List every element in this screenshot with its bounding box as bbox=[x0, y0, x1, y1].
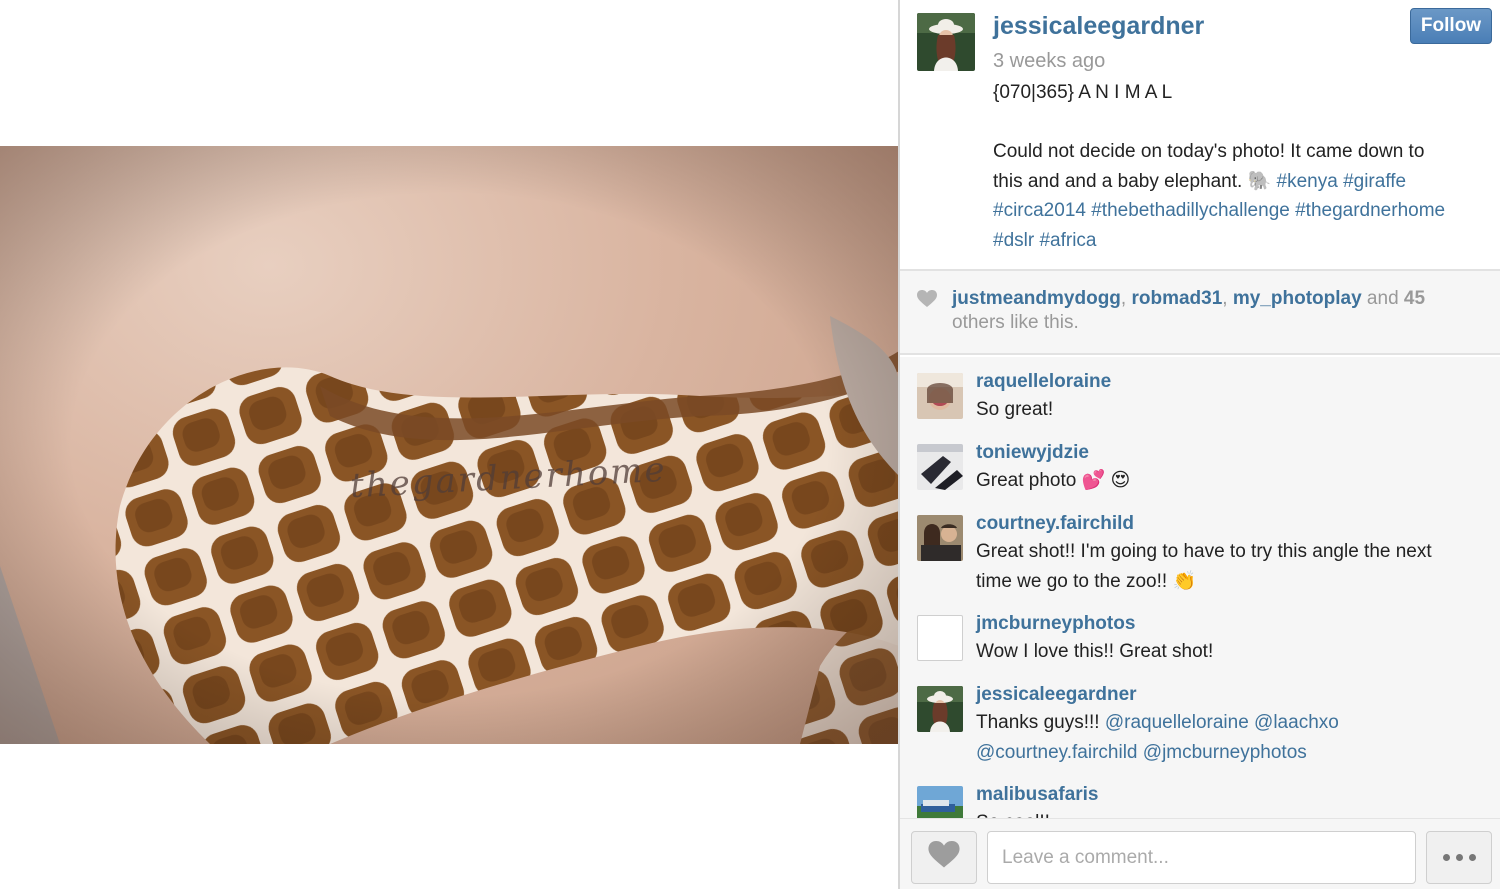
commenter-avatar[interactable] bbox=[917, 786, 963, 818]
likes-summary: justmeandmydogg, robmad31, my_photoplay … bbox=[952, 288, 1426, 333]
comment-line: Great photo 💕 😍 bbox=[976, 470, 1131, 491]
comment-line: time we go to the zoo!! 👏 bbox=[976, 570, 1197, 592]
post-caption: {070|365} A N I M A L Could not decide o… bbox=[993, 78, 1488, 255]
comment-input[interactable] bbox=[987, 831, 1416, 884]
commenter-avatar[interactable] bbox=[917, 615, 963, 661]
comment-text: Great shot!! I'm going to have to try th… bbox=[976, 537, 1486, 596]
comment-plain: Thanks guys!!! bbox=[976, 712, 1105, 733]
comment-text: Thanks guys!!! @raquelleloraine @laachxo… bbox=[976, 708, 1486, 767]
more-options-button[interactable] bbox=[1426, 831, 1492, 884]
comment-username[interactable]: courtney.fairchild bbox=[976, 513, 1134, 535]
comment-username[interactable]: jmcburneyphotos bbox=[976, 613, 1135, 635]
comment-text: Great photo 💕 😍 bbox=[976, 466, 1486, 496]
giraffe-illustration bbox=[0, 146, 899, 744]
mention-link[interactable]: @raquelleloraine @laachxo bbox=[1105, 712, 1339, 733]
liker-link[interactable]: my_photoplay bbox=[1233, 288, 1362, 309]
liker-link[interactable]: robmad31 bbox=[1131, 288, 1222, 309]
heart-icon bbox=[917, 290, 937, 313]
comment-composer bbox=[900, 818, 1500, 889]
comment-username[interactable]: raquelleloraine bbox=[976, 371, 1111, 393]
more-dots-icon bbox=[1468, 854, 1476, 861]
commenter-avatar[interactable] bbox=[917, 515, 963, 561]
comments-list[interactable]: raquelleloraine So great! toniewyjdzie G… bbox=[900, 357, 1500, 818]
comment-username[interactable]: toniewyjdzie bbox=[976, 442, 1089, 464]
follow-button[interactable]: Follow bbox=[1410, 8, 1492, 44]
comment-username[interactable]: jessicaleegardner bbox=[976, 684, 1137, 706]
post-header: jessicaleegardner 3 weeks ago Follow {07… bbox=[900, 0, 1500, 271]
comment-text: So great! bbox=[976, 395, 1486, 425]
post-details-panel: jessicaleegardner 3 weeks ago Follow {07… bbox=[900, 0, 1500, 889]
commenter-avatar[interactable] bbox=[917, 686, 963, 732]
commenter-avatar[interactable] bbox=[917, 373, 963, 419]
photo-pane: thegardnerhome bbox=[0, 0, 899, 889]
commenter-avatar[interactable] bbox=[917, 444, 963, 490]
comment-line: Great shot!! I'm going to have to try th… bbox=[976, 541, 1432, 562]
caption-title: {070|365} A N I M A L bbox=[993, 82, 1173, 103]
likes-suffix: others like this. bbox=[952, 312, 1079, 333]
owner-avatar[interactable] bbox=[917, 13, 975, 71]
post-timestamp[interactable]: 3 weeks ago bbox=[993, 50, 1105, 73]
comment-username[interactable]: malibusafaris bbox=[976, 784, 1099, 806]
comment-line: Thanks guys!!! @raquelleloraine @laachxo bbox=[976, 708, 1486, 738]
likes-and: and bbox=[1361, 288, 1404, 309]
caption-line: Could not decide on today's photo! It ca… bbox=[993, 141, 1425, 162]
comment-line: Wow I love this!! Great shot! bbox=[976, 641, 1214, 662]
comment-line: So cool!! bbox=[976, 808, 1486, 818]
heart-icon bbox=[928, 841, 960, 874]
comment-line: So great! bbox=[976, 399, 1054, 420]
caption-line: this and and a baby elephant. 🐘 #kenya #… bbox=[993, 167, 1488, 197]
caption-text: this and and a baby elephant. 🐘 bbox=[993, 170, 1277, 192]
likes-count[interactable]: 45 bbox=[1404, 288, 1425, 309]
more-dots-icon bbox=[1442, 854, 1450, 861]
comment-text: Wow I love this!! Great shot! bbox=[976, 637, 1486, 667]
liker-link[interactable]: justmeandmydogg bbox=[952, 288, 1121, 309]
like-button[interactable] bbox=[911, 831, 977, 884]
comment-text: So cool!! bbox=[976, 808, 1486, 818]
more-dots-icon bbox=[1455, 854, 1463, 861]
mention-link[interactable]: @courtney.fairchild @jmcburneyphotos bbox=[976, 738, 1486, 768]
hashtag-link[interactable]: #kenya #giraffe bbox=[1277, 171, 1407, 192]
post-photo[interactable]: thegardnerhome bbox=[0, 146, 899, 744]
owner-username[interactable]: jessicaleegardner bbox=[993, 12, 1204, 41]
hashtag-link[interactable]: #circa2014 #thebethadillychallenge #theg… bbox=[993, 196, 1488, 226]
hashtag-link[interactable]: #dslr #africa bbox=[993, 226, 1488, 256]
